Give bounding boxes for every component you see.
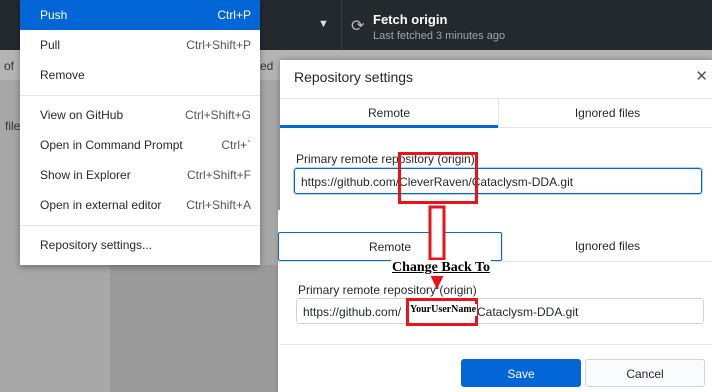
menu-item-remove[interactable]: Remove xyxy=(20,60,260,90)
menu-item-pull[interactable]: Pull Ctrl+Shift+P xyxy=(20,30,260,60)
repository-settings-dialog: Repository settings ✕ Remote Ignored fil… xyxy=(278,60,712,392)
remote-url-suffix: Cataclysm-DDA.git xyxy=(477,305,579,319)
menu-item-shortcut: Ctrl+Shift+A xyxy=(186,198,251,212)
menu-item-open-external-editor[interactable]: Open in external editor Ctrl+Shift+A xyxy=(20,190,260,220)
menu-item-label: Open in Command Prompt xyxy=(40,138,183,152)
save-button[interactable]: Save xyxy=(461,359,581,387)
tab-remote[interactable]: Remote xyxy=(278,232,502,261)
tab-ignored-files[interactable]: Ignored files xyxy=(498,99,712,128)
tab-remote[interactable]: Remote xyxy=(280,99,498,128)
menu-item-show-in-explorer[interactable]: Show in Explorer Ctrl+Shift+F xyxy=(20,160,260,190)
menu-item-shortcut: Ctrl+P xyxy=(217,8,251,22)
background-side: file xyxy=(0,110,20,140)
menu-item-label: Pull xyxy=(40,38,61,52)
tab-ignored-files[interactable]: Ignored files xyxy=(502,232,712,261)
background-text: of xyxy=(4,59,15,73)
fetch-title: Fetch origin xyxy=(373,12,448,27)
annotation-highlight-box xyxy=(398,152,478,204)
menu-item-label: Show in Explorer xyxy=(40,168,131,182)
background-text: ed xyxy=(260,59,274,73)
dialog-title: Repository settings xyxy=(294,69,414,85)
menu-item-label: Open in external editor xyxy=(40,198,162,212)
repository-menu: Push Ctrl+P Pull Ctrl+Shift+P Remove Vie… xyxy=(20,0,260,265)
dialog-footer: Save Cancel xyxy=(280,344,712,392)
dialog-tabs: Remote Ignored files xyxy=(280,98,712,128)
remote-url-input-edited[interactable]: https://github.com/ Cataclysm-DDA.git xyxy=(296,298,704,324)
menu-item-view-on-github[interactable]: View on GitHub Ctrl+Shift+G xyxy=(20,100,260,130)
background-panel xyxy=(110,265,278,392)
background-side-label: file xyxy=(5,119,21,133)
menu-item-repository-settings[interactable]: Repository settings... xyxy=(20,230,260,260)
menu-item-push[interactable]: Push Ctrl+P xyxy=(20,0,260,30)
menu-item-shortcut: Ctrl+Shift+F xyxy=(186,168,251,182)
annotation-arrow xyxy=(428,205,446,289)
menu-item-open-command-prompt[interactable]: Open in Command Prompt Ctrl+` xyxy=(20,130,260,160)
menu-separator xyxy=(20,95,260,96)
dialog-tabs: Remote Ignored files xyxy=(278,232,712,262)
chevron-down-icon[interactable]: ▼ xyxy=(318,18,329,30)
menu-item-shortcut: Ctrl+Shift+P xyxy=(186,38,251,52)
username-placeholder: YourUserName xyxy=(409,304,478,316)
menu-item-label: Push xyxy=(40,8,68,22)
menu-item-label: View on GitHub xyxy=(40,108,124,122)
menu-item-shortcut: Ctrl+Shift+G xyxy=(184,108,251,122)
annotation-label: Change Back To xyxy=(391,260,492,276)
menu-item-shortcut: Ctrl+` xyxy=(221,138,251,152)
menu-separator xyxy=(20,225,260,226)
cancel-button[interactable]: Cancel xyxy=(585,359,705,387)
remote-url-prefix: https://github.com/ xyxy=(303,305,402,319)
menu-item-label: Repository settings... xyxy=(40,238,153,252)
menu-item-label: Remove xyxy=(40,68,85,82)
remote-url-input[interactable]: https://github.com/CleverRaven/Cataclysm… xyxy=(294,168,702,194)
close-icon[interactable]: ✕ xyxy=(695,67,708,85)
fetch-subtitle: Last fetched 3 minutes ago xyxy=(373,30,506,42)
sync-icon: ⟳ xyxy=(351,18,365,35)
fetch-origin-button[interactable]: ⟳ Fetch origin Last fetched 3 minutes ag… xyxy=(342,0,582,50)
